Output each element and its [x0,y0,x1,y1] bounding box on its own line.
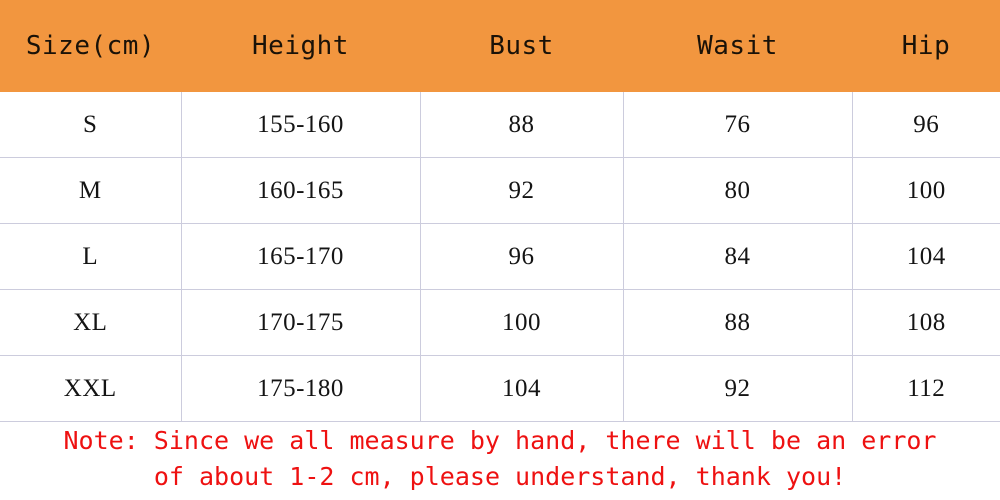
note-line-1: Note: Since we all measure by hand, ther… [63,426,937,455]
cell-size: XXL [0,355,182,422]
table-row: L 165-170 96 84 104 [0,223,1000,290]
cell-height: 155-160 [181,92,421,158]
cell-size: M [0,157,182,224]
size-chart: Size(cm) Height Bust Wasit Hip S 155-160… [0,0,1000,500]
table-row: XL 170-175 100 88 108 [0,289,1000,356]
cell-bust: 100 [420,289,624,356]
size-chart-table: Size(cm) Height Bust Wasit Hip S 155-160… [0,0,1000,422]
cell-height: 175-180 [181,355,421,422]
table-body: S 155-160 88 76 96 M 160-165 92 80 100 L… [0,92,1000,422]
column-header-hip: Hip [901,31,951,61]
measurement-note: Note: Since we all measure by hand, ther… [0,422,1000,500]
cell-waist: 80 [623,157,853,224]
cell-height: 170-175 [181,289,421,356]
cell-waist: 76 [623,92,853,158]
header-row: Size(cm) Height Bust Wasit Hip [0,0,1000,92]
column-header-size: Size(cm) [25,31,156,61]
table-header: Size(cm) Height Bust Wasit Hip [0,0,1000,92]
cell-height: 165-170 [181,223,421,290]
cell-hip: 100 [852,157,1000,224]
cell-bust: 88 [420,92,624,158]
column-header-height: Height [252,31,349,61]
column-header-bust: Bust [489,31,554,61]
cell-waist: 88 [623,289,853,356]
cell-size: XL [0,289,182,356]
note-line-2: of about 1-2 cm, please understand, than… [153,462,847,491]
cell-size: S [0,92,182,158]
cell-hip: 104 [852,223,1000,290]
cell-bust: 104 [420,355,624,422]
column-header-waist: Wasit [697,31,778,61]
cell-waist: 84 [623,223,853,290]
cell-hip: 108 [852,289,1000,356]
table-row: XXL 175-180 104 92 112 [0,355,1000,422]
cell-bust: 96 [420,223,624,290]
table-row: S 155-160 88 76 96 [0,92,1000,158]
cell-waist: 92 [623,355,853,422]
cell-bust: 92 [420,157,624,224]
cell-hip: 112 [852,355,1000,422]
cell-height: 160-165 [181,157,421,224]
table-row: M 160-165 92 80 100 [0,157,1000,224]
cell-hip: 96 [852,92,1000,158]
cell-size: L [0,223,182,290]
